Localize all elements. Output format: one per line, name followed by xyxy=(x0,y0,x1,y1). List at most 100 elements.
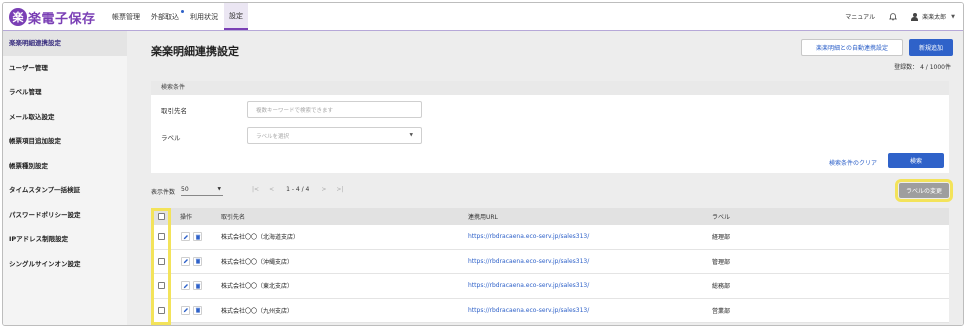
results-table: 操作 取引先名 連携用URL ラベル 株式会社〇〇（北海道支店） https:/… xyxy=(151,208,949,323)
label-cell: 経理部 xyxy=(712,234,731,242)
label-cell: 営業部 xyxy=(712,307,731,315)
delete-button[interactable] xyxy=(193,232,202,242)
label-select[interactable]: ラベルを選択 ▼ xyxy=(247,127,422,144)
client-name-label: 取引先名 xyxy=(161,107,187,115)
delete-button[interactable] xyxy=(193,281,202,291)
edit-button[interactable] xyxy=(181,305,190,315)
pagination: |< < 1 - 4 / 4 > >| xyxy=(252,186,353,193)
edit-button[interactable] xyxy=(181,281,190,291)
table-row: 株式会社〇〇（北海道支店） https://rbdracaena.eco-ser… xyxy=(151,225,949,250)
pencil-icon xyxy=(183,308,188,313)
row-checkbox[interactable] xyxy=(158,306,165,314)
bell-icon[interactable] xyxy=(889,12,898,21)
per-page-select[interactable]: 50 ▼ xyxy=(181,186,224,196)
trash-icon xyxy=(195,234,200,240)
auto-settings-button[interactable]: 楽楽明細との自動連携設定 xyxy=(801,39,903,56)
table-row: 株式会社〇〇（東北支店） https://rbdracaena.eco-serv… xyxy=(151,274,949,299)
main-nav: 帳票管理 外部取込 利用状況 設定 xyxy=(107,3,249,30)
pencil-icon xyxy=(183,259,188,264)
delete-button[interactable] xyxy=(193,305,202,315)
url-link[interactable]: https://rbdracaena.eco-serv.jp/sales313/ xyxy=(468,299,589,323)
column-header-actions: 操作 xyxy=(180,214,193,221)
search-button[interactable]: 検索 xyxy=(888,153,944,168)
registered-count: 登録数： 4 / 1000件 xyxy=(894,64,951,71)
user-menu[interactable]: 楽楽太郎 ▼ xyxy=(911,12,955,21)
search-panel: 検索条件 取引先名 複数キーワードで検索できます ラベル ラベルを選択 ▼ 検索… xyxy=(151,81,949,173)
edit-button[interactable] xyxy=(181,232,190,242)
add-new-button[interactable]: 新規追加 xyxy=(909,39,953,56)
column-header-label: ラベル xyxy=(712,214,731,221)
url-link[interactable]: https://rbdracaena.eco-serv.jp/sales313/ xyxy=(468,250,589,274)
top-header: 楽 楽電子保存 帳票管理 外部取込 利用状況 設定 マニュアル 楽楽太郎 ▼ xyxy=(3,3,963,31)
nav-item-settings[interactable]: 設定 xyxy=(224,3,248,30)
logo-text: 楽電子保存 xyxy=(28,11,96,27)
nav-item-external-import-label: 外部取込 xyxy=(151,12,179,21)
pencil-icon xyxy=(183,234,188,239)
sidebar-item-labels[interactable]: ラベル管理 xyxy=(3,80,127,105)
row-checkbox[interactable] xyxy=(158,233,165,241)
client-name-cell: 株式会社〇〇（九州支店） xyxy=(221,307,294,315)
table-row: 株式会社〇〇（九州支店） https://rbdracaena.eco-serv… xyxy=(151,298,949,323)
client-name-cell: 株式会社〇〇（東北支店） xyxy=(221,283,294,291)
first-page-button[interactable]: |< xyxy=(252,186,259,193)
label-select-placeholder: ラベルを選択 xyxy=(256,133,290,140)
user-name: 楽楽太郎 xyxy=(922,14,947,21)
trash-icon xyxy=(195,283,200,289)
sidebar: 楽楽明細連携設定 ユーザー管理 ラベル管理 メール取込設定 帳票項目追加設定 帳… xyxy=(3,31,127,325)
last-page-button[interactable]: >| xyxy=(336,186,343,193)
pencil-icon xyxy=(183,283,188,288)
search-panel-header: 検索条件 xyxy=(151,81,949,95)
manual-link[interactable]: マニュアル xyxy=(845,12,875,21)
delete-button[interactable] xyxy=(193,256,202,266)
select-all-checkbox[interactable] xyxy=(158,213,165,220)
client-name-cell: 株式会社〇〇（沖縄支店） xyxy=(221,258,294,266)
trash-icon xyxy=(195,259,200,264)
nav-item-usage[interactable]: 利用状況 xyxy=(185,3,223,30)
table-row: 株式会社〇〇（沖縄支店） https://rbdracaena.eco-serv… xyxy=(151,249,949,274)
per-page-control: 表示件数 50 ▼ xyxy=(151,186,224,196)
per-page-value: 50 xyxy=(181,186,189,193)
page-info: 1 - 4 / 4 xyxy=(286,186,310,193)
app-logo[interactable]: 楽 楽電子保存 xyxy=(9,8,96,27)
row-checkbox[interactable] xyxy=(158,282,165,290)
label-cell: 管理部 xyxy=(712,258,731,266)
prev-page-button[interactable]: < xyxy=(269,186,274,193)
edit-button[interactable] xyxy=(181,256,190,266)
column-header-url: 連携用URL xyxy=(468,214,498,221)
change-label-button[interactable]: ラベルの変更 xyxy=(895,179,953,202)
client-name-input[interactable]: 複数キーワードで検索できます xyxy=(247,101,422,118)
url-link[interactable]: https://rbdracaena.eco-serv.jp/sales313/ xyxy=(468,225,589,249)
nav-item-external-import[interactable]: 外部取込 xyxy=(146,3,184,30)
client-name-cell: 株式会社〇〇（北海道支店） xyxy=(221,234,300,242)
clear-conditions-link[interactable]: 検索条件のクリア xyxy=(829,158,877,167)
per-page-label: 表示件数 xyxy=(151,188,176,196)
column-header-client: 取引先名 xyxy=(221,214,246,221)
trash-icon xyxy=(195,308,200,313)
sidebar-item-users[interactable]: ユーザー管理 xyxy=(3,56,127,81)
sidebar-item-timestamp-verify[interactable]: タイムスタンプ一括検証 xyxy=(3,178,127,203)
chevron-down-icon: ▼ xyxy=(951,13,955,20)
sidebar-item-mail-import[interactable]: メール取込設定 xyxy=(3,105,127,130)
sidebar-item-document-fields[interactable]: 帳票項目追加設定 xyxy=(3,129,127,154)
notification-dot xyxy=(181,10,184,13)
url-link[interactable]: https://rbdracaena.eco-serv.jp/sales313/ xyxy=(468,274,589,298)
table-header: 操作 取引先名 連携用URL ラベル xyxy=(151,208,949,225)
label-cell: 総務部 xyxy=(712,283,731,291)
sidebar-item-sso[interactable]: シングルサインオン設定 xyxy=(3,252,127,277)
sidebar-item-document-types[interactable]: 帳票種別設定 xyxy=(3,154,127,179)
row-checkbox[interactable] xyxy=(158,257,165,265)
next-page-button[interactable]: > xyxy=(321,186,326,193)
page-title: 楽楽明細連携設定 xyxy=(151,45,239,58)
chevron-down-icon: ▼ xyxy=(217,187,222,192)
nav-item-documents[interactable]: 帳票管理 xyxy=(107,3,145,30)
app-window: 楽 楽電子保存 帳票管理 外部取込 利用状況 設定 マニュアル 楽楽太郎 ▼ 楽… xyxy=(2,2,964,326)
label-filter-label: ラベル xyxy=(161,134,181,142)
main-content: 楽楽明細連携設定 楽楽明細との自動連携設定 新規追加 登録数： 4 / 1000… xyxy=(127,31,963,325)
logo-mark: 楽 xyxy=(9,8,27,26)
header-right: マニュアル 楽楽太郎 ▼ xyxy=(845,3,955,30)
user-icon xyxy=(911,12,919,21)
sidebar-item-rakuraku-meisai[interactable]: 楽楽明細連携設定 xyxy=(3,31,127,56)
sidebar-item-ip-restriction[interactable]: IPアドレス制限設定 xyxy=(3,227,127,252)
select-all-cell xyxy=(158,208,165,225)
sidebar-item-password-policy[interactable]: パスワードポリシー設定 xyxy=(3,203,127,228)
